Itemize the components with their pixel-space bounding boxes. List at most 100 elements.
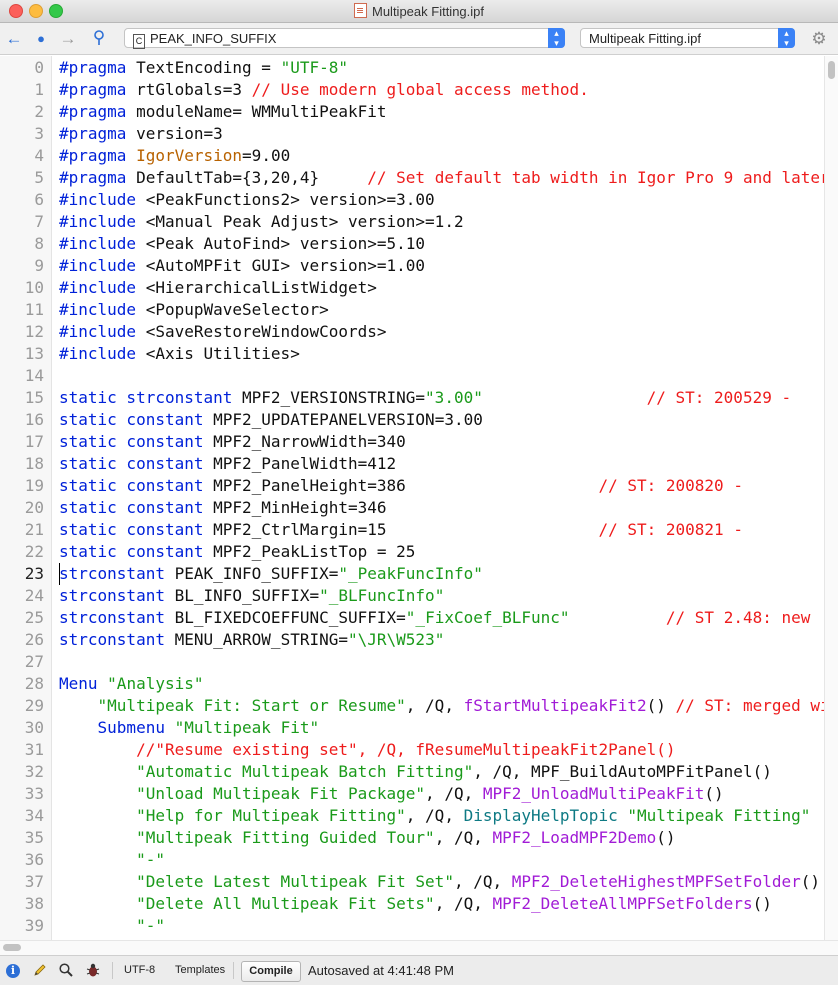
- code-content[interactable]: "Delete All Multipeak Fit Sets", /Q, MPF…: [59, 893, 772, 915]
- compile-button[interactable]: Compile: [241, 961, 301, 982]
- code-content[interactable]: #pragma IgorVersion=9.00: [59, 145, 290, 167]
- vertical-scroll-thumb[interactable]: [828, 61, 835, 79]
- info-icon[interactable]: i: [6, 964, 20, 978]
- magnifier-icon[interactable]: [57, 962, 75, 980]
- code-content[interactable]: static constant MPF2_MinHeight=346: [59, 497, 387, 519]
- pin-icon[interactable]: [89, 29, 109, 49]
- keyword-token: strconstant: [59, 630, 165, 649]
- code-content[interactable]: static constant MPF2_UPDATEPANELVERSION=…: [59, 409, 483, 431]
- code-content[interactable]: #include <Manual Peak Adjust> version>=1…: [59, 211, 464, 233]
- pencil-icon[interactable]: [31, 962, 49, 980]
- horizontal-scrollbar[interactable]: [0, 940, 838, 955]
- document-icon: [354, 3, 367, 18]
- code-content[interactable]: static strconstant MPF2_VERSIONSTRING="3…: [59, 387, 791, 409]
- code-content[interactable]: "Help for Multipeak Fitting", /Q, Displa…: [59, 805, 810, 827]
- code-content[interactable]: #include <Peak AutoFind> version>=5.10: [59, 233, 425, 255]
- code-content[interactable]: strconstant PEAK_INFO_SUFFIX="_PeakFuncI…: [59, 563, 483, 585]
- code-content[interactable]: #pragma moduleName= WMMultiPeakFit: [59, 101, 387, 123]
- code-text: <Manual Peak Adjust> version>=1.2: [136, 212, 464, 231]
- code-text: <AutoMPFit GUI> version>=1.00: [136, 256, 426, 275]
- code-content[interactable]: static constant MPF2_NarrowWidth=340: [59, 431, 406, 453]
- code-content[interactable]: Menu "Analysis": [59, 673, 204, 695]
- line-number: 4: [34, 146, 44, 165]
- constant-badge: C: [133, 34, 145, 49]
- code-content[interactable]: #pragma TextEncoding = "UTF-8": [59, 57, 348, 79]
- keyword-token: #pragma: [59, 124, 127, 143]
- arrow-left-icon[interactable]: ←: [4, 29, 24, 49]
- code-text: MPF2_VERSIONSTRING=: [232, 388, 426, 407]
- code-content[interactable]: static constant MPF2_PanelWidth=412: [59, 453, 396, 475]
- code-content[interactable]: strconstant BL_INFO_SUFFIX="_BLFuncInfo": [59, 585, 444, 607]
- code-content[interactable]: static constant MPF2_PeakListTop = 25: [59, 541, 415, 563]
- templates-menu[interactable]: Templates: [175, 964, 225, 976]
- code-text: =9.00: [242, 146, 291, 165]
- divider: [112, 962, 113, 979]
- keyword-token: #include: [59, 190, 137, 209]
- code-content[interactable]: "Automatic Multipeak Batch Fitting", /Q,…: [59, 761, 772, 783]
- line-number: 28: [24, 674, 44, 693]
- file-popup[interactable]: Multipeak Fitting.ipf ▴ ▾: [580, 28, 795, 48]
- title-bar[interactable]: Multipeak Fitting.ipf: [0, 0, 838, 23]
- string-token: "_BLFuncInfo": [319, 586, 445, 605]
- comment-token: // ST: merged wi: [675, 696, 824, 715]
- string-token: "Multipeak Fitting Guided Tour": [136, 828, 435, 847]
- code-content[interactable]: "Multipeak Fitting Guided Tour", /Q, MPF…: [59, 827, 676, 849]
- code-content[interactable]: #pragma version=3: [59, 123, 223, 145]
- code-content[interactable]: #include <PopupWaveSelector>: [59, 299, 329, 321]
- encoding-label[interactable]: UTF-8: [124, 964, 155, 976]
- keyword-token: static strconstant: [59, 388, 233, 407]
- string-token: "Analysis": [107, 674, 204, 693]
- keyword-token: #pragma: [59, 102, 127, 121]
- code-content[interactable]: "-": [59, 915, 165, 937]
- bug-icon[interactable]: [84, 962, 102, 980]
- code-content[interactable]: "Unload Multipeak Fit Package", /Q, MPF2…: [59, 783, 724, 805]
- keyword-token: #pragma: [59, 80, 127, 99]
- code-content[interactable]: static constant MPF2_PanelHeight=386 // …: [59, 475, 743, 497]
- code-content[interactable]: strconstant BL_FIXEDCOEFFUNC_SUFFIX="_Fi…: [59, 607, 810, 629]
- horizontal-scroll-thumb[interactable]: [3, 944, 21, 951]
- code-text: MPF2_MinHeight=346: [203, 498, 387, 517]
- code-text: MPF2_NarrowWidth=340: [203, 432, 406, 451]
- arrow-right-icon[interactable]: →: [58, 29, 78, 49]
- code-content[interactable]: #include <AutoMPFit GUI> version>=1.00: [59, 255, 425, 277]
- code-text: <HierarchicalListWidget>: [136, 278, 377, 297]
- code-content[interactable]: #include <PeakFunctions2> version>=3.00: [59, 189, 435, 211]
- code-content[interactable]: #include <Axis Utilities>: [59, 343, 300, 365]
- line-number: 29: [24, 696, 44, 715]
- code-text: (): [656, 828, 676, 847]
- code-content[interactable]: "Multipeak Fit: Start or Resume", /Q, fS…: [59, 695, 824, 717]
- line-number: 34: [24, 806, 44, 825]
- code-content[interactable]: "-": [59, 849, 165, 871]
- keyword-token: static constant: [59, 520, 204, 539]
- toolbar: ← ● → C PEAK_INFO_SUFFIX ▴ ▾ Multipeak Fit…: [0, 23, 838, 55]
- code-editor[interactable]: 0 #pragma TextEncoding = "UTF-8" 1 #pragma …: [0, 56, 824, 940]
- comment-token: //"Resume existing set", /Q, fResumeMult…: [136, 740, 676, 759]
- line-number: 12: [24, 322, 44, 341]
- line-number: 10: [24, 278, 44, 297]
- vertical-scrollbar[interactable]: [824, 56, 838, 940]
- code-content[interactable]: #pragma DefaultTab={3,20,4} // Set defau…: [59, 167, 824, 189]
- code-content[interactable]: #pragma rtGlobals=3 // Use modern global…: [59, 79, 589, 101]
- code-content[interactable]: strconstant MENU_ARROW_STRING="\JR\W523": [59, 629, 444, 651]
- gear-icon[interactable]: ⚙: [809, 29, 829, 49]
- code-content[interactable]: #include <HierarchicalListWidget>: [59, 277, 377, 299]
- code-text: TextEncoding =: [126, 58, 281, 77]
- line-number: 37: [24, 872, 44, 891]
- code-content[interactable]: static constant MPF2_CtrlMargin=15 // ST…: [59, 519, 743, 541]
- code-content[interactable]: Submenu "Multipeak Fit": [59, 717, 320, 739]
- comment-token: // ST 2.48: new: [665, 608, 811, 627]
- function-token: MPF2_LoadMPF2Demo: [492, 828, 657, 847]
- keyword-token: #include: [59, 344, 137, 363]
- keyword-token: static constant: [59, 454, 204, 473]
- code-content[interactable]: //"Resume existing set", /Q, fResumeMult…: [59, 739, 676, 761]
- code-content[interactable]: "Delete Latest Multipeak Fit Set", /Q, M…: [59, 871, 820, 893]
- chevron-updown-icon: ▴ ▾: [548, 28, 565, 48]
- procedure-popup[interactable]: C PEAK_INFO_SUFFIX ▴ ▾: [124, 28, 565, 49]
- function-token: MPF2_DeleteAllMPFSetFolders: [492, 894, 753, 913]
- string-token: "UTF-8": [280, 58, 348, 77]
- dot-icon[interactable]: ●: [31, 29, 51, 49]
- code-content[interactable]: #include <SaveRestoreWindowCoords>: [59, 321, 387, 343]
